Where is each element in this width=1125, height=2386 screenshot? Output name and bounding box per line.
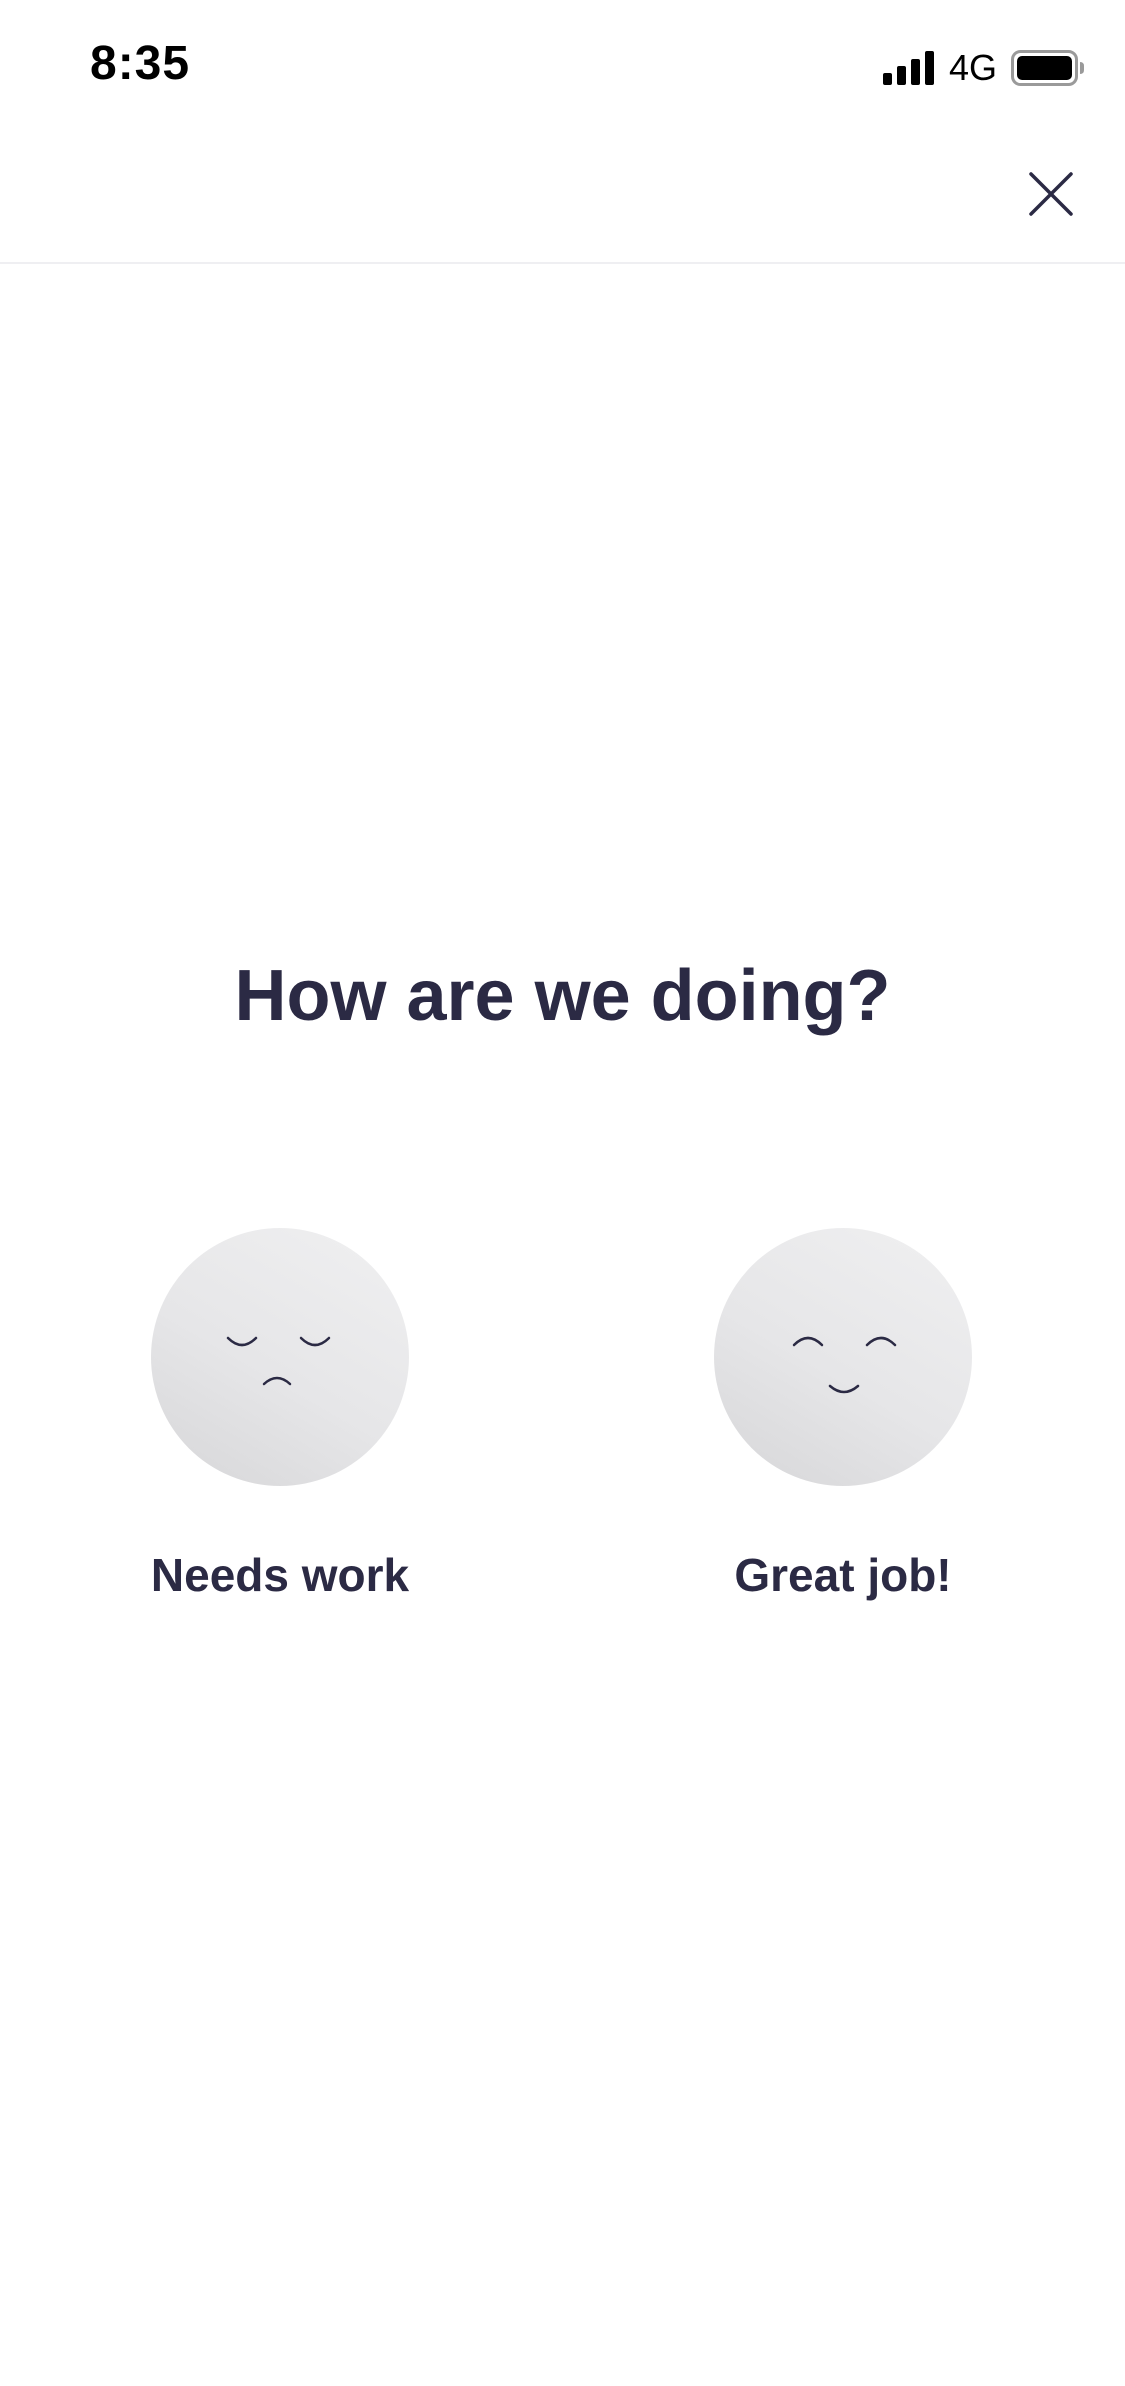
happy-face-icon [714, 1228, 972, 1486]
sad-face-icon [151, 1228, 409, 1486]
needs-work-option[interactable]: Needs work [130, 1228, 430, 1602]
close-icon [1029, 172, 1073, 216]
great-job-label: Great job! [734, 1549, 952, 1601]
great-job-option[interactable]: Great job! [693, 1228, 993, 1602]
survey-question-title: How are we doing? [234, 956, 891, 1036]
cellular-signal-icon [882, 51, 934, 85]
status-bar: 8:35 4G [0, 0, 1125, 130]
network-type-label: 4G [948, 47, 997, 88]
status-time: 8:35 [90, 37, 191, 90]
battery-full-icon [1011, 50, 1084, 86]
close-button[interactable] [1019, 162, 1083, 226]
modal-header [0, 130, 1125, 264]
status-indicators: 4G [882, 47, 1085, 88]
needs-work-label: Needs work [150, 1549, 410, 1601]
